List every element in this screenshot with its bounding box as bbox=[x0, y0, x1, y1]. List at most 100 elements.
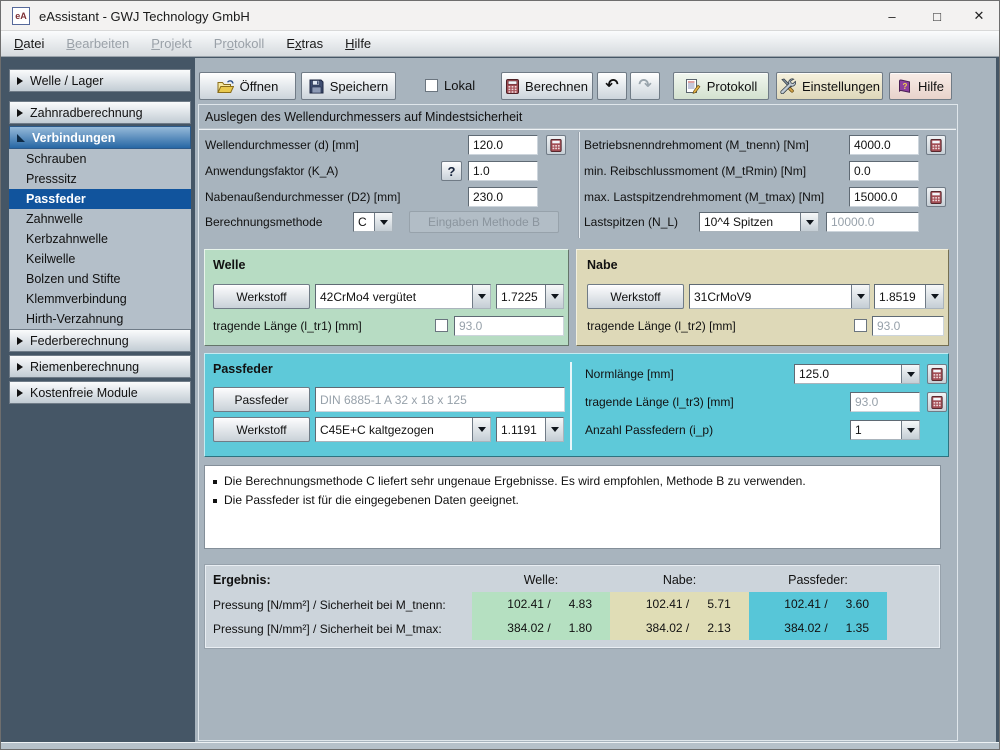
results-row: 102.41 / 5.71 bbox=[610, 592, 749, 616]
lastspitzendrehmoment-calc-button[interactable] bbox=[926, 187, 946, 207]
welle-section-title: Welle bbox=[213, 258, 246, 272]
nabe-material-dropdown[interactable]: 31CrMoV9 bbox=[689, 284, 870, 309]
sidebar-item-keilwelle[interactable]: Keilwelle bbox=[9, 249, 191, 269]
field-label-lastspitzendrehmoment: max. Lastspitzendrehmoment (M_tmax) [Nm] bbox=[584, 190, 825, 204]
pressure-value: 102.41 / bbox=[507, 597, 551, 611]
sidebar-section-label: Federberechnung bbox=[30, 333, 129, 348]
calculate-button-label: Berechnen bbox=[525, 78, 588, 94]
normlaenge-calc-button[interactable] bbox=[927, 364, 947, 384]
results-column-passfeder: Passfeder: bbox=[788, 573, 848, 587]
welle-material-number-dropdown[interactable]: 1.7225 bbox=[496, 284, 564, 309]
dropdown-arrow-button[interactable] bbox=[851, 285, 869, 308]
safety-value: 5.71 bbox=[707, 597, 731, 611]
settings-button-label: Einstellungen bbox=[801, 78, 881, 94]
maximize-button[interactable]: □ bbox=[918, 1, 956, 31]
sidebar-section-kostenfreie-module[interactable]: Kostenfreie Module bbox=[9, 381, 191, 404]
menu-extras[interactable]: Extras bbox=[275, 36, 334, 51]
sidebar-item-schrauben[interactable]: Schrauben bbox=[9, 149, 191, 169]
passfeder-material-dropdown[interactable]: C45E+C kaltgezogen bbox=[315, 417, 491, 442]
calculator-icon bbox=[930, 138, 942, 152]
dropdown-arrow-button[interactable] bbox=[472, 418, 490, 441]
welle-material-number-value: 1.7225 bbox=[501, 289, 538, 304]
welle-material-value: 42CrMo4 vergütet bbox=[320, 289, 417, 304]
sidebar-item-zahnwelle[interactable]: Zahnwelle bbox=[9, 209, 191, 229]
message-line: Die Berechnungsmethode C liefert sehr un… bbox=[213, 472, 932, 491]
welle-werkstoff-button[interactable]: Werkstoff bbox=[213, 284, 310, 309]
close-button[interactable]: ✕ bbox=[960, 1, 998, 31]
dropdown-arrow-button[interactable] bbox=[901, 421, 919, 439]
anwendungsfaktor-input[interactable] bbox=[468, 161, 538, 181]
normlaenge-dropdown[interactable]: 125.0 bbox=[794, 364, 920, 384]
field-label-nabenaussendurchmesser: Nabenaußendurchmesser (D2) [mm] bbox=[205, 190, 401, 204]
anwendungsfaktor-help-button[interactable]: ? bbox=[441, 161, 462, 181]
nabe-material-number-dropdown[interactable]: 1.8519 bbox=[874, 284, 944, 309]
pressure-value: 102.41 / bbox=[645, 597, 690, 611]
minimize-button[interactable]: – bbox=[873, 1, 911, 31]
dropdown-arrow-button[interactable] bbox=[374, 213, 392, 231]
nabe-length-input bbox=[872, 316, 944, 336]
dropdown-arrow-button[interactable] bbox=[545, 418, 563, 441]
welle-section: Welle Werkstoff 42CrMo4 vergütet 1.7225 … bbox=[204, 249, 569, 346]
passfeder-length-calc-button[interactable] bbox=[927, 392, 947, 412]
sidebar-item-hirth-verzahnung[interactable]: Hirth-Verzahnung bbox=[9, 309, 191, 329]
sidebar-item-klemmverbindung[interactable]: Klemmverbindung bbox=[9, 289, 191, 309]
berechnungsmethode-dropdown[interactable]: C bbox=[353, 212, 393, 232]
passfeder-material-value: C45E+C kaltgezogen bbox=[320, 422, 434, 437]
menu-projekt: Projekt bbox=[151, 36, 192, 51]
results-row: 102.41 / 4.83 bbox=[472, 592, 610, 616]
sidebar-items-verbindungen: Schrauben Presssitz Passfeder Zahnwelle … bbox=[9, 149, 191, 329]
sidebar-section-zahnradberechnung[interactable]: Zahnradberechnung bbox=[9, 101, 191, 124]
message-line: Die Passfeder ist für die eingegebenen D… bbox=[213, 491, 932, 510]
wellendurchmesser-input[interactable] bbox=[468, 135, 538, 155]
welle-length-checkbox[interactable] bbox=[435, 319, 448, 332]
title-bar: eA eAssistant - GWJ Technology GmbH – □ … bbox=[1, 1, 999, 31]
welle-material-dropdown[interactable]: 42CrMo4 vergütet bbox=[315, 284, 491, 309]
dropdown-arrow-button[interactable] bbox=[545, 285, 563, 308]
anzahl-passfedern-dropdown[interactable]: 1 bbox=[850, 420, 920, 440]
betriebsnenndrehmoment-calc-button[interactable] bbox=[926, 135, 946, 155]
local-checkbox[interactable] bbox=[425, 79, 438, 92]
nabe-werkstoff-button[interactable]: Werkstoff bbox=[587, 284, 684, 309]
menu-hilfe[interactable]: Hilfe bbox=[334, 36, 382, 51]
reibschlussmoment-input[interactable] bbox=[849, 161, 919, 181]
sidebar-section-federberechnung[interactable]: Federberechnung bbox=[9, 329, 191, 352]
folder-open-icon bbox=[216, 79, 234, 93]
dropdown-arrow-button[interactable] bbox=[901, 365, 919, 383]
sidebar-item-passfeder[interactable]: Passfeder bbox=[9, 189, 191, 209]
safety-value: 1.80 bbox=[568, 621, 592, 635]
nabe-length-checkbox[interactable] bbox=[854, 319, 867, 332]
sidebar-section-riemenberechnung[interactable]: Riemenberechnung bbox=[9, 355, 191, 378]
subtitle-separator bbox=[199, 128, 956, 130]
passfeder-select-button[interactable]: Passfeder bbox=[213, 387, 310, 412]
sidebar-item-bolzen-und-stifte[interactable]: Bolzen und Stifte bbox=[9, 269, 191, 289]
sidebar-item-kerbzahnwelle[interactable]: Kerbzahnwelle bbox=[9, 229, 191, 249]
safety-value: 3.60 bbox=[845, 597, 869, 611]
save-button[interactable]: Speichern bbox=[301, 72, 396, 100]
dropdown-arrow-button[interactable] bbox=[925, 285, 943, 308]
nabenaussendurchmesser-input[interactable] bbox=[468, 187, 538, 207]
sidebar-section-verbindungen[interactable]: Verbindungen bbox=[9, 126, 191, 149]
undo-button[interactable]: ↶ bbox=[597, 72, 627, 100]
betriebsnenndrehmoment-input[interactable] bbox=[849, 135, 919, 155]
menu-datei[interactable]: Datei bbox=[3, 36, 55, 51]
welle-length-label: tragende Länge (l_tr1) [mm] bbox=[213, 319, 362, 333]
help-button[interactable]: ? Hilfe bbox=[889, 72, 952, 100]
passfeder-werkstoff-button[interactable]: Werkstoff bbox=[213, 417, 310, 442]
field-label-betriebsnenndrehmoment: Betriebsnenndrehmoment (M_tnenn) [Nm] bbox=[584, 138, 809, 152]
open-button[interactable]: Öffnen bbox=[199, 72, 296, 100]
dropdown-arrow-button[interactable] bbox=[800, 213, 818, 231]
dropdown-arrow-button[interactable] bbox=[472, 285, 490, 308]
lastspitzendrehmoment-input[interactable] bbox=[849, 187, 919, 207]
results-row: 384.02 / 2.13 bbox=[610, 616, 749, 640]
protocol-button[interactable]: Protokoll bbox=[673, 72, 769, 100]
local-checkbox-label: Lokal bbox=[444, 78, 476, 93]
chevron-down-icon bbox=[856, 294, 865, 299]
wellendurchmesser-calc-button[interactable] bbox=[546, 135, 566, 155]
sidebar-section-welle-lager[interactable]: Welle / Lager bbox=[9, 69, 191, 92]
lastspitzen-dropdown[interactable]: 10^4 Spitzen bbox=[699, 212, 819, 232]
passfeder-material-number-dropdown[interactable]: 1.1191 bbox=[496, 417, 564, 442]
calculate-button[interactable]: Berechnen bbox=[501, 72, 593, 100]
sidebar-item-presssitz[interactable]: Presssitz bbox=[9, 169, 191, 189]
chevron-right-icon bbox=[17, 108, 23, 117]
settings-button[interactable]: Einstellungen bbox=[776, 72, 883, 100]
